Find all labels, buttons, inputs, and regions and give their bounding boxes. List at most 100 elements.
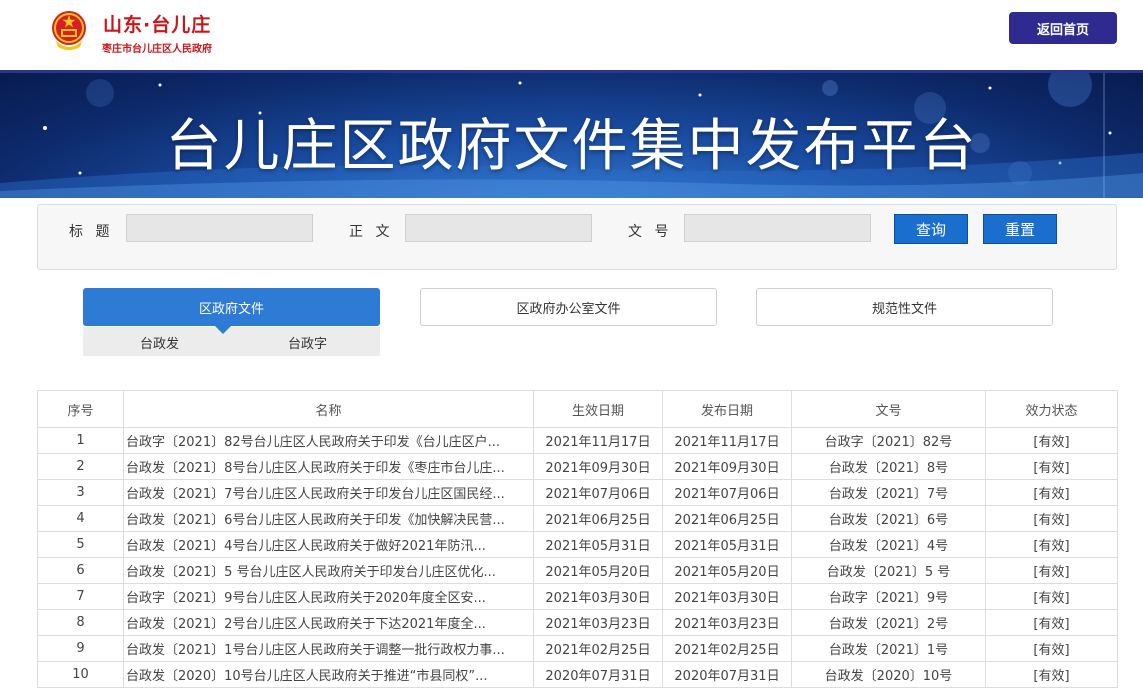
col-header-status: 效力状态 xyxy=(985,390,1118,428)
tab-district-office-docs[interactable]: 区政府办公室文件 xyxy=(420,288,717,326)
publish-date: 2021年02月25日 xyxy=(662,635,792,662)
table-row: 7 台政字〔2021〕9号台儿庄区人民政府关于2020年度全区安... 2021… xyxy=(37,583,1118,610)
doc-name-link[interactable]: 台政发〔2021〕1号台儿庄区人民政府关于调整一批行政权力事... xyxy=(123,635,534,662)
status: [有效] xyxy=(985,427,1118,454)
table-row: 6 台政发〔2021〕5 号台儿庄区人民政府关于印发台儿庄区优化... 2021… xyxy=(37,557,1118,584)
row-index: 3 xyxy=(37,479,124,506)
doc-number: 台政发〔2021〕7号 xyxy=(791,479,986,506)
doc-name-link[interactable]: 台政发〔2021〕5 号台儿庄区人民政府关于印发台儿庄区优化... xyxy=(123,557,534,584)
doc-name-link[interactable]: 台政发〔2021〕2号台儿庄区人民政府关于下达2021年度全... xyxy=(123,609,534,636)
publish-date: 2021年07月06日 xyxy=(662,479,792,506)
effective-date: 2020年07月31日 xyxy=(533,661,663,688)
publish-date: 2021年03月23日 xyxy=(662,609,792,636)
subtab-taizhengfa[interactable]: 台政发 xyxy=(140,333,179,352)
brand-subtitle: 枣庄市台儿庄区人民政府 xyxy=(102,44,212,55)
col-header-effective-date: 生效日期 xyxy=(533,390,663,428)
row-index: 6 xyxy=(37,557,124,584)
doc-name-link[interactable]: 台政发〔2020〕10号台儿庄区人民政府关于推进“市县同权”... xyxy=(123,661,534,688)
body-label: 正 文 xyxy=(349,224,394,240)
doc-number: 台政字〔2021〕82号 xyxy=(791,427,986,454)
col-header-publish-date: 发布日期 xyxy=(662,390,792,428)
search-panel: 标 题 正 文 文 号 查询 重置 xyxy=(37,204,1117,270)
doc-number: 台政发〔2021〕6号 xyxy=(791,505,986,532)
doc-number: 台政发〔2021〕4号 xyxy=(791,531,986,558)
table-row: 2 台政发〔2021〕8号台儿庄区人民政府关于印发《枣庄市台儿庄... 2021… xyxy=(37,453,1118,480)
status: [有效] xyxy=(985,635,1118,662)
banner-title: 台儿庄区政府文件集中发布平台 xyxy=(165,114,978,179)
doc-number: 台政发〔2020〕10号 xyxy=(791,661,986,688)
doc-number: 台政发〔2021〕2号 xyxy=(791,609,986,636)
brand-title: 山东·台儿庄 xyxy=(103,14,212,36)
effective-date: 2021年05月31日 xyxy=(533,531,663,558)
effective-date: 2021年11月17日 xyxy=(533,427,663,454)
doc-number: 台政字〔2021〕9号 xyxy=(791,583,986,610)
doc-name-link[interactable]: 台政字〔2021〕9号台儿庄区人民政府关于2020年度全区安... xyxy=(123,583,534,610)
status: [有效] xyxy=(985,505,1118,532)
doc-name-link[interactable]: 台政发〔2021〕7号台儿庄区人民政府关于印发台儿庄区国民经... xyxy=(123,479,534,506)
status: [有效] xyxy=(985,583,1118,610)
publish-date: 2021年06月25日 xyxy=(662,505,792,532)
tab-normative-docs[interactable]: 规范性文件 xyxy=(756,288,1053,326)
effective-date: 2021年02月25日 xyxy=(533,635,663,662)
doc-number-input[interactable] xyxy=(684,214,871,242)
row-index: 4 xyxy=(37,505,124,532)
table-row: 9 台政发〔2021〕1号台儿庄区人民政府关于调整一批行政权力事... 2021… xyxy=(37,635,1118,662)
row-index: 2 xyxy=(37,453,124,480)
table-row: 5 台政发〔2021〕4号台儿庄区人民政府关于做好2021年防汛... 2021… xyxy=(37,531,1118,558)
title-label: 标 题 xyxy=(69,224,114,240)
effective-date: 2021年09月30日 xyxy=(533,453,663,480)
publish-date: 2021年05月31日 xyxy=(662,531,792,558)
home-button[interactable]: 返回首页 xyxy=(1009,12,1117,44)
national-emblem-icon xyxy=(52,11,86,50)
publish-date: 2021年03月30日 xyxy=(662,583,792,610)
table-row: 10 台政发〔2020〕10号台儿庄区人民政府关于推进“市县同权”... 202… xyxy=(37,661,1118,688)
table-row: 3 台政发〔2021〕7号台儿庄区人民政府关于印发台儿庄区国民经... 2021… xyxy=(37,479,1118,506)
document-table: 序号 名称 生效日期 发布日期 文号 效力状态 1 台政字〔2021〕82号台儿… xyxy=(37,390,1118,688)
row-index: 9 xyxy=(37,635,124,662)
doc-name-link[interactable]: 台政发〔2021〕6号台儿庄区人民政府关于印发《加快解决民营... xyxy=(123,505,534,532)
table-header-row: 序号 名称 生效日期 发布日期 文号 效力状态 xyxy=(37,390,1118,428)
doc-name-link[interactable]: 台政字〔2021〕82号台儿庄区人民政府关于印发《台儿庄区户... xyxy=(123,427,534,454)
query-button[interactable]: 查询 xyxy=(894,214,968,244)
subtab-bar: 台政发 台政字 xyxy=(83,327,380,356)
hero-banner: 台儿庄区政府文件集中发布平台 xyxy=(0,70,1143,198)
table-body: 1 台政字〔2021〕82号台儿庄区人民政府关于印发《台儿庄区户... 2021… xyxy=(37,427,1118,688)
status: [有效] xyxy=(985,609,1118,636)
doc-number: 台政发〔2021〕5 号 xyxy=(791,557,986,584)
row-index: 5 xyxy=(37,531,124,558)
reset-button[interactable]: 重置 xyxy=(983,214,1057,244)
status: [有效] xyxy=(985,557,1118,584)
title-input[interactable] xyxy=(126,214,313,242)
row-index: 7 xyxy=(37,583,124,610)
tab-district-gov-docs[interactable]: 区政府文件 xyxy=(83,288,380,326)
status: [有效] xyxy=(985,661,1118,688)
doc-number: 台政发〔2021〕8号 xyxy=(791,453,986,480)
effective-date: 2021年03月23日 xyxy=(533,609,663,636)
site-header: 山东·台儿庄 枣庄市台儿庄区人民政府 返回首页 xyxy=(0,0,1143,70)
table-row: 8 台政发〔2021〕2号台儿庄区人民政府关于下达2021年度全... 2021… xyxy=(37,609,1118,636)
col-header-doc-number: 文号 xyxy=(791,390,986,428)
caret-down-icon xyxy=(215,326,231,334)
doc-number: 台政发〔2021〕1号 xyxy=(791,635,986,662)
doc-name-link[interactable]: 台政发〔2021〕8号台儿庄区人民政府关于印发《枣庄市台儿庄... xyxy=(123,453,534,480)
effective-date: 2021年07月06日 xyxy=(533,479,663,506)
status: [有效] xyxy=(985,531,1118,558)
publish-date: 2021年05月20日 xyxy=(662,557,792,584)
doc-name-link[interactable]: 台政发〔2021〕4号台儿庄区人民政府关于做好2021年防汛... xyxy=(123,531,534,558)
body-input[interactable] xyxy=(405,214,592,242)
row-index: 1 xyxy=(37,427,124,454)
col-header-index: 序号 xyxy=(37,390,124,428)
effective-date: 2021年03月30日 xyxy=(533,583,663,610)
effective-date: 2021年06月25日 xyxy=(533,505,663,532)
status: [有效] xyxy=(985,479,1118,506)
row-index: 10 xyxy=(37,661,124,688)
subtab-taizhengzi[interactable]: 台政字 xyxy=(288,333,327,352)
status: [有效] xyxy=(985,453,1118,480)
publish-date: 2021年09月30日 xyxy=(662,453,792,480)
col-header-name: 名称 xyxy=(123,390,534,428)
effective-date: 2021年05月20日 xyxy=(533,557,663,584)
publish-date: 2020年07月31日 xyxy=(662,661,792,688)
table-row: 4 台政发〔2021〕6号台儿庄区人民政府关于印发《加快解决民营... 2021… xyxy=(37,505,1118,532)
publish-date: 2021年11月17日 xyxy=(662,427,792,454)
row-index: 8 xyxy=(37,609,124,636)
